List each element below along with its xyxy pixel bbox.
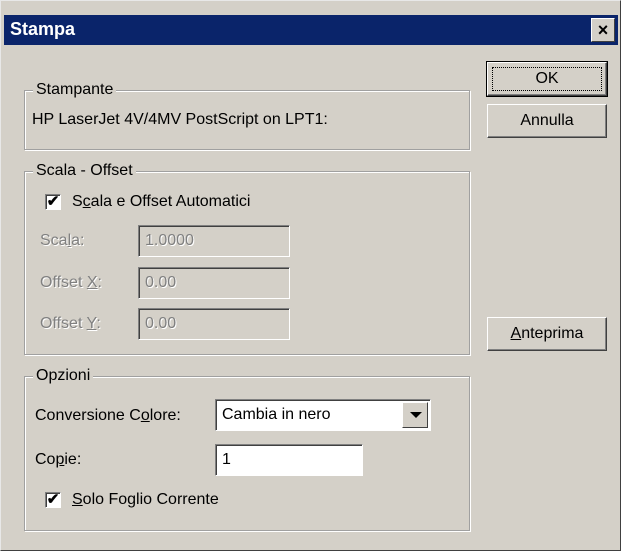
annulla-button[interactable]: Annulla	[487, 104, 607, 138]
group-opzioni: Opzioni Conversione Colore: Cambia in ne…	[24, 366, 470, 531]
group-opzioni-title: Opzioni	[33, 366, 94, 386]
group-scala-offset-title: Scala - Offset	[33, 161, 136, 181]
dialog-title: Stampa	[10, 19, 76, 39]
anteprima-label: Anteprima	[510, 325, 584, 342]
copie-input[interactable]: 1	[215, 444, 363, 476]
group-stampante-title: Stampante	[33, 80, 117, 100]
checkmark-icon: ✔	[46, 193, 60, 210]
group-stampante: Stampante HP LaserJet 4V/4MV PostScript …	[24, 80, 470, 150]
conversione-colore-label: Conversione Colore:	[35, 407, 181, 424]
checkmark-icon: ✔	[46, 491, 60, 508]
close-icon: ×	[597, 20, 609, 40]
conversione-colore-value: Cambia in nero	[222, 406, 331, 423]
printer-name: HP LaserJet 4V/4MV PostScript on LPT1:	[32, 111, 328, 128]
offset-y-label: Offset Y:	[40, 315, 101, 332]
solo-foglio-checkbox[interactable]: ✔	[45, 492, 61, 508]
offset-y-input[interactable]: 0.00	[138, 308, 290, 340]
ok-button[interactable]: OK	[486, 61, 608, 97]
scala-input[interactable]: 1.0000	[138, 225, 290, 257]
group-scala-offset: Scala - Offset ✔ Scala e Offset Automati…	[24, 161, 470, 355]
annulla-label: Annulla	[520, 112, 574, 129]
print-dialog: Stampa × Stampante HP LaserJet 4V/4MV Po…	[0, 0, 621, 551]
focus-rect	[492, 67, 602, 91]
chevron-down-icon[interactable]	[402, 402, 428, 428]
auto-scale-checkbox[interactable]: ✔	[45, 194, 61, 210]
auto-scale-label[interactable]: Scala e Offset Automatici	[72, 192, 250, 212]
scala-label: Scala:	[40, 232, 85, 249]
title-bar[interactable]: Stampa ×	[4, 15, 618, 45]
copie-label: Copie:	[35, 451, 82, 468]
offset-x-input[interactable]: 0.00	[138, 267, 290, 299]
solo-foglio-label[interactable]: Solo Foglio Corrente	[72, 490, 219, 510]
anteprima-button[interactable]: Anteprima	[487, 317, 607, 351]
conversione-colore-select[interactable]: Cambia in nero	[215, 399, 431, 431]
offset-x-label: Offset X:	[40, 274, 102, 291]
close-button[interactable]: ×	[591, 18, 615, 42]
